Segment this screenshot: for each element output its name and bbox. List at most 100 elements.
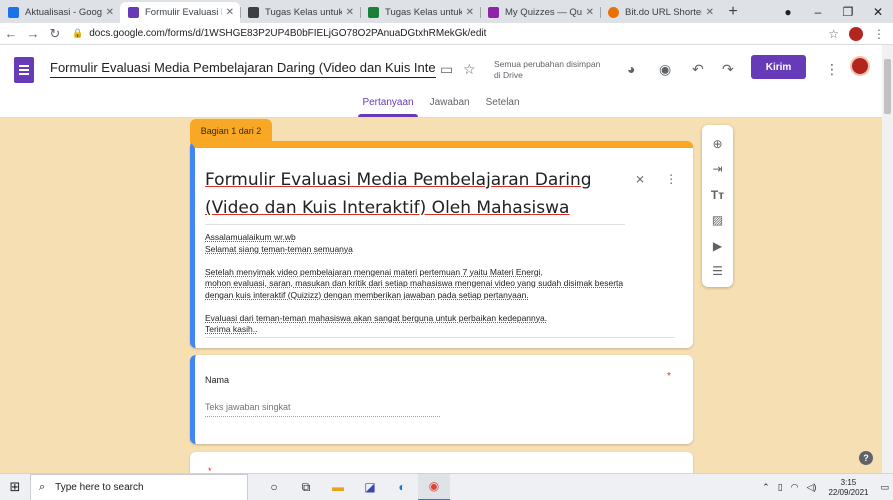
app-icon[interactable]: ◪ bbox=[354, 474, 386, 500]
forms-favicon-icon bbox=[128, 7, 139, 18]
windows-taskbar: ⊞ ⌕ Type here to search ○ ⧉ ▬ ◪ ◐ ◉ ⌃ ▯ … bbox=[0, 473, 893, 500]
edge-icon[interactable]: ◐ bbox=[386, 474, 418, 500]
question-toolbar: ⊕ ⇥ Tт ▨ ▶ ☰ bbox=[702, 125, 733, 287]
add-image-icon[interactable]: ▨ bbox=[712, 208, 723, 234]
close-tab-icon[interactable]: ✕ bbox=[226, 7, 234, 18]
browser-tab-4[interactable]: My Quizzes — Quizizz ✕ bbox=[480, 2, 600, 23]
show-hidden-icons-icon[interactable]: ⌃ bbox=[762, 482, 770, 493]
add-question-icon[interactable]: ⊕ bbox=[712, 131, 722, 157]
more-options-icon[interactable]: ⋮ bbox=[825, 61, 839, 78]
browser-menu-icon[interactable]: ⋮ bbox=[873, 27, 885, 41]
description-divider bbox=[205, 337, 675, 338]
description-line: Selamat siang teman-teman semuanya bbox=[205, 243, 353, 254]
close-tab-icon[interactable]: ✕ bbox=[466, 7, 474, 18]
collapse-section-icon[interactable]: ⨯ bbox=[635, 172, 645, 186]
search-placeholder: Type here to search bbox=[55, 481, 144, 493]
task-view-icon[interactable]: ⧉ bbox=[290, 474, 322, 500]
file-explorer-icon[interactable]: ▬ bbox=[322, 474, 354, 500]
browser-toolbar: ← → ↻ 🔒 docs.google.com/forms/d/1WSHGE83… bbox=[0, 23, 893, 45]
browser-tab-3[interactable]: Tugas Kelas untuk D3 ✕ bbox=[360, 2, 480, 23]
chrome-icon[interactable]: ◉ bbox=[418, 473, 450, 500]
help-icon[interactable]: ? bbox=[859, 451, 873, 465]
short-answer-placeholder: Teks jawaban singkat bbox=[205, 402, 440, 417]
save-status: Semua perubahan disimpan di Drive bbox=[494, 59, 601, 80]
forward-icon[interactable]: → bbox=[22, 26, 44, 41]
close-window-icon[interactable]: ✕ bbox=[863, 5, 893, 19]
tab-responses[interactable]: Jawaban bbox=[422, 95, 478, 117]
send-button[interactable]: Kirim bbox=[751, 55, 806, 79]
forms-header: Formulir Evaluasi Media Pembelajaran Dar… bbox=[0, 45, 882, 118]
notifications-icon[interactable]: ▭ bbox=[880, 482, 889, 493]
tab-settings[interactable]: Setelan bbox=[478, 95, 528, 117]
system-tray: ⌃ ▯ ◠ ◁) 3:15 22/09/2021 ▭ bbox=[758, 474, 893, 500]
close-tab-icon[interactable]: ✕ bbox=[586, 7, 594, 18]
taskbar-search[interactable]: ⌕ Type here to search bbox=[30, 473, 248, 500]
tab-title: Tugas Kelas untuk D3 bbox=[265, 7, 342, 18]
battery-icon[interactable]: ▯ bbox=[778, 482, 783, 493]
tab-title: Formulir Evaluasi Medi bbox=[145, 7, 222, 18]
document-title-input[interactable]: Formulir Evaluasi Media Pembelajaran Dar… bbox=[50, 60, 436, 78]
add-video-icon[interactable]: ▶ bbox=[713, 233, 722, 259]
profile-avatar[interactable] bbox=[849, 26, 863, 41]
url-text: docs.google.com/forms/d/1WSHGE83P2UP4B0b… bbox=[89, 28, 487, 39]
required-asterisk: * bbox=[667, 371, 671, 382]
bitdo-favicon-icon bbox=[608, 7, 619, 18]
forms-tabs: Pertanyaan Jawaban Setelan bbox=[0, 95, 882, 117]
minimize-icon[interactable]: – bbox=[803, 5, 833, 19]
browser-tab-1[interactable]: Formulir Evaluasi Medi ✕ bbox=[120, 2, 240, 23]
address-bar[interactable]: 🔒 docs.google.com/forms/d/1WSHGE83P2UP4B… bbox=[72, 25, 818, 43]
reload-icon[interactable]: ↻ bbox=[44, 26, 66, 42]
form-description[interactable]: Assalamualaikum wr.wb Selamat siang tema… bbox=[205, 232, 675, 347]
drive-favicon-icon bbox=[8, 7, 19, 18]
network-icon[interactable]: ◠ bbox=[791, 482, 799, 493]
user-avatar[interactable] bbox=[850, 56, 870, 76]
close-tab-icon[interactable]: ✕ bbox=[346, 7, 354, 18]
classroom-favicon-icon bbox=[368, 7, 379, 18]
add-title-icon[interactable]: Tт bbox=[711, 182, 724, 208]
form-title[interactable]: Formulir Evaluasi Media Pembelajaran Dar… bbox=[205, 166, 615, 222]
new-tab-button[interactable]: + bbox=[720, 2, 746, 23]
scrollbar-thumb[interactable] bbox=[884, 59, 891, 114]
form-title-card[interactable]: Formulir Evaluasi Media Pembelajaran Dar… bbox=[190, 141, 693, 348]
close-tab-icon[interactable]: ✕ bbox=[706, 7, 714, 18]
preview-eye-icon[interactable]: ◉ bbox=[659, 61, 671, 78]
back-icon[interactable]: ← bbox=[0, 26, 22, 41]
section-menu-icon[interactable]: ⋮ bbox=[665, 172, 677, 186]
tab-title: Bit.do URL Shortener bbox=[625, 7, 702, 18]
browser-tab-5[interactable]: Bit.do URL Shortener ✕ bbox=[600, 2, 720, 23]
tab-title: Tugas Kelas untuk D3 bbox=[385, 7, 462, 18]
redo-icon[interactable]: ↷ bbox=[722, 61, 734, 78]
system-clock[interactable]: 3:15 22/09/2021 bbox=[828, 478, 868, 498]
forms-logo-icon[interactable] bbox=[14, 57, 34, 83]
window-controls: ● – ❐ ✕ bbox=[773, 0, 893, 23]
close-tab-icon[interactable]: ✕ bbox=[106, 7, 114, 18]
description-line: Terima kasih.. bbox=[205, 324, 258, 334]
tab-questions[interactable]: Pertanyaan bbox=[354, 95, 421, 117]
import-questions-icon[interactable]: ⇥ bbox=[712, 157, 722, 183]
cortana-icon[interactable]: ○ bbox=[258, 474, 290, 500]
clock-date: 22/09/2021 bbox=[828, 487, 869, 497]
restore-icon[interactable]: ❐ bbox=[833, 5, 863, 19]
add-section-icon[interactable]: ☰ bbox=[712, 259, 723, 285]
undo-icon[interactable]: ↶ bbox=[692, 61, 704, 78]
quizizz-favicon-icon bbox=[488, 7, 499, 18]
windows-start-icon[interactable]: ⊞ bbox=[0, 479, 30, 495]
palette-icon[interactable]: ◕ bbox=[627, 61, 635, 77]
question-label: Nama bbox=[205, 375, 230, 385]
description-line: Assalamualaikum wr.wb bbox=[205, 232, 296, 242]
star-icon[interactable]: ☆ bbox=[463, 61, 476, 78]
browser-tab-0[interactable]: Aktualisasi - Google D ✕ bbox=[0, 2, 120, 23]
volume-icon[interactable]: ◁) bbox=[807, 482, 817, 493]
bookmark-star-icon[interactable]: ☆ bbox=[828, 27, 839, 41]
clock-time: 3:15 bbox=[840, 477, 857, 487]
description-line: Setelah menyimak video pembelajaran meng… bbox=[205, 266, 543, 277]
question-card-nama[interactable]: Nama * Teks jawaban singkat bbox=[190, 355, 693, 444]
browser-tab-2[interactable]: Tugas Kelas untuk D3 ✕ bbox=[240, 2, 360, 23]
profile-menu-icon[interactable]: ● bbox=[773, 5, 803, 19]
tab-title: Aktualisasi - Google D bbox=[25, 7, 102, 18]
folder-icon[interactable]: ▭ bbox=[440, 61, 453, 78]
page-scrollbar[interactable] bbox=[882, 45, 893, 473]
section-label: Bagian 1 dari 2 bbox=[190, 119, 272, 143]
description-line: Evaluasi dari teman-teman mahasiswa akan… bbox=[205, 312, 548, 323]
tab-title: My Quizzes — Quizizz bbox=[505, 7, 582, 18]
